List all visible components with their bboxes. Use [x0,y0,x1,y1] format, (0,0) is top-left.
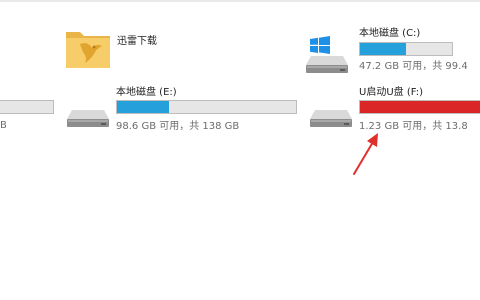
drive-info: B [0,120,7,131]
folder-icon [64,24,112,72]
drive-info: 98.6 GB 可用，共 138 GB [116,121,240,132]
drive-usage-fill [117,101,169,113]
top-divider [0,0,480,2]
drive-label: 本地磁盘 (E:) [116,87,177,98]
drive-icon [305,54,349,74]
drive-tile-c[interactable]: 本地磁盘 (C:) 47.2 GB 可用，共 99.4 [305,24,480,79]
annotation-arrow-icon [353,133,378,175]
drive-tile-f[interactable]: U启动U盘 (F:) 1.23 GB 可用，共 13.8 [305,84,480,139]
drive-info: 47.2 GB 可用，共 99.4 [359,61,468,72]
drive-icon [66,108,110,128]
drive-tile-e[interactable]: 本地磁盘 (E:) 98.6 GB 可用，共 138 GB [64,84,304,139]
drive-icon [309,108,353,128]
folder-tile-xunlei[interactable]: 迅雷下载 [64,24,234,76]
windows-icon [309,36,331,54]
drive-usage-fill [360,43,406,55]
drive-usage-bar [359,42,453,56]
drive-label: U启动U盘 (F:) [359,87,423,98]
drive-usage-bar [116,100,297,114]
drive-usage-fill [360,101,480,113]
folder-label: 迅雷下载 [117,36,157,47]
drive-usage-bar [0,100,54,114]
explorer-drives-view: B 迅雷下载 本地磁盘 (C:) 47.2 GB 可用，共 99.4 本地磁盘 … [0,0,480,300]
drive-tile-partial[interactable]: B [0,95,60,135]
drive-label: 本地磁盘 (C:) [359,28,421,39]
drive-usage-bar [359,100,480,114]
